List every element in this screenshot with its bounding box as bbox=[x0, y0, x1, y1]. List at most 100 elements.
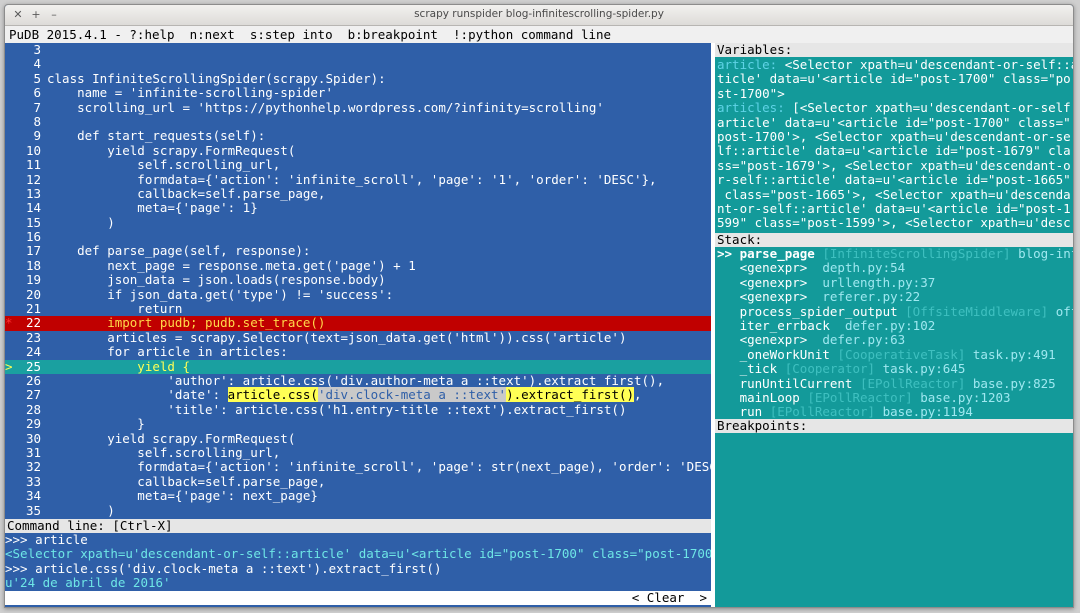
source-line[interactable]: 11 self.scrolling_url, bbox=[5, 157, 711, 172]
variable-line[interactable]: lf::article' data=u'<article id="post-16… bbox=[715, 144, 1073, 158]
variable-line[interactable]: article: <Selector xpath=u'descendant-or… bbox=[715, 58, 1073, 72]
variable-line[interactable]: articles: [<Selector xpath=u'descendant-… bbox=[715, 100, 1073, 115]
source-line[interactable]: 32 formdata={'action': 'infinite_scroll'… bbox=[5, 459, 711, 475]
line-number: 32 bbox=[25, 459, 41, 475]
variable-line[interactable]: 599" class="post-1599'>, <Selector xpath… bbox=[715, 216, 1073, 230]
variable-line[interactable]: r-self::article' data=u'<article id="pos… bbox=[715, 172, 1073, 187]
stack-frame-loc: task.py:491 bbox=[972, 346, 1056, 362]
source-line[interactable]: 16 bbox=[5, 229, 711, 245]
code-text: json_data = json.loads(response.body) bbox=[47, 272, 386, 288]
source-line[interactable]: 14 meta={'page': 1} bbox=[5, 200, 711, 216]
source-line[interactable]: 15 ) bbox=[5, 215, 711, 230]
stack-frame-func: <genexpr> bbox=[739, 332, 808, 348]
source-line[interactable]: 28 'title': article.css('h1.entry-title … bbox=[5, 402, 711, 417]
code-text: meta={'page': 1} bbox=[47, 200, 258, 216]
stack-frame[interactable]: <genexpr> defer.py:63 bbox=[715, 333, 1073, 347]
terminal-window: ✕ + – scrapy runspider blog-infinitescro… bbox=[4, 4, 1074, 608]
line-number: 30 bbox=[25, 430, 41, 446]
source-line[interactable]: 13 callback=self.parse_page, bbox=[5, 185, 711, 201]
code-text: scrolling_url = 'https://pythonhelp.word… bbox=[47, 99, 604, 115]
source-code-pane[interactable]: 3 4 5 class InfiniteScrollingSpider(scrapy.… bbox=[5, 43, 711, 519]
line-number: 8 bbox=[33, 113, 41, 129]
code-text: formdata={'action': 'infinite_scroll', '… bbox=[47, 459, 711, 475]
variable-value: st-1700"> bbox=[717, 85, 785, 101]
code-text: articles = scrapy.Selector(text=json_dat… bbox=[47, 329, 627, 345]
source-line[interactable]: 18 next_page = response.meta.get('page')… bbox=[5, 258, 711, 273]
stack-frame[interactable]: process_spider_output [OffsiteMiddleware… bbox=[715, 304, 1073, 319]
line-number: 20 bbox=[25, 286, 41, 302]
source-line[interactable]: 20 if json_data.get('type') != 'success'… bbox=[5, 286, 711, 302]
stack-frame[interactable]: mainLoop [EPollReactor] base.py:1203 bbox=[715, 390, 1073, 405]
stack-frame[interactable]: iter_errback defer.py:102 bbox=[715, 317, 1073, 333]
source-line[interactable]: 21 return bbox=[5, 301, 711, 316]
source-line[interactable]: 27 'date': article.css('div.clock-meta a… bbox=[5, 387, 711, 403]
variable-line[interactable]: ticle' data=u'<article id="post-1700" cl… bbox=[715, 72, 1073, 86]
source-line[interactable]: 5 class InfiniteScrollingSpider(scrapy.Sp… bbox=[5, 70, 711, 86]
stack-list[interactable]: >> parse_page [InfiniteScrollingSpider] … bbox=[715, 247, 1073, 419]
stack-frame[interactable]: <genexpr> depth.py:54 bbox=[715, 261, 1073, 275]
code-text: callback=self.parse_page, bbox=[47, 185, 326, 201]
source-line[interactable]: 8 bbox=[5, 113, 711, 129]
source-line[interactable]: 19 json_data = json.loads(response.body) bbox=[5, 272, 711, 288]
stack-frame[interactable]: <genexpr> referer.py:22 bbox=[715, 289, 1073, 304]
source-line[interactable]: 24 for article in articles: bbox=[5, 344, 711, 360]
source-line[interactable]: 35 ) bbox=[5, 503, 711, 518]
source-line[interactable]: 7 scrolling_url = 'https://pythonhelp.wo… bbox=[5, 99, 711, 115]
stack-frame-loc: defer.py:102 bbox=[844, 317, 936, 333]
source-line[interactable]: 29 } bbox=[5, 416, 711, 431]
clear-button[interactable]: < Clear > bbox=[632, 590, 707, 605]
breakpoint-line[interactable]: * 22 import pudb; pudb.set_trace() bbox=[5, 316, 711, 331]
stack-frame[interactable]: <genexpr> urllength.py:37 bbox=[715, 275, 1073, 290]
code-text: class InfiniteScrollingSpider(scrapy.Spi… bbox=[47, 70, 386, 86]
stack-frame-prefix: >> bbox=[717, 247, 740, 261]
stack-frame[interactable]: _tick [Cooperator] task.py:645 bbox=[715, 361, 1073, 376]
stack-frame-func: _oneWorkUnit bbox=[739, 346, 830, 362]
variable-line[interactable]: class="post-1665'>, <Selector xpath=u'de… bbox=[715, 187, 1073, 202]
source-line[interactable]: 23 articles = scrapy.Selector(text=json_… bbox=[5, 329, 711, 345]
stack-frame[interactable]: runUntilCurrent [EPollReactor] base.py:8… bbox=[715, 375, 1073, 391]
stack-frame-cls: [EPollReactor] bbox=[860, 375, 966, 391]
source-line[interactable]: 9 def start_requests(self): bbox=[5, 128, 711, 143]
stack-frame[interactable]: _oneWorkUnit [CooperativeTask] task.py:4… bbox=[715, 346, 1073, 362]
variable-line[interactable]: article' data=u'<article id="post-1700" … bbox=[715, 114, 1073, 130]
variable-line[interactable]: st-1700"> bbox=[715, 85, 1073, 101]
code-text: yield scrapy.FormRequest( bbox=[47, 142, 296, 158]
source-line[interactable]: 6 name = 'infinite-scrolling-spider' bbox=[5, 85, 711, 100]
line-number: 16 bbox=[25, 229, 41, 245]
source-line[interactable]: 26 'author': article.css('div.author-met… bbox=[5, 372, 711, 388]
source-line[interactable]: 31 self.scrolling_url, bbox=[5, 445, 711, 460]
stack-frame[interactable]: run [EPollReactor] base.py:1194 bbox=[715, 405, 1073, 419]
stack-frame-func: parse_page bbox=[739, 247, 815, 261]
source-line[interactable]: 12 formdata={'action': 'infinite_scroll'… bbox=[5, 171, 711, 187]
variable-line[interactable]: post-1700'>, <Selector xpath=u'descendan… bbox=[715, 129, 1073, 144]
variable-line[interactable]: nt-or-self::article' data=u'<article id=… bbox=[715, 201, 1073, 216]
source-line[interactable]: 34 meta={'page': next_page} bbox=[5, 488, 711, 503]
command-input-line: >>> article bbox=[5, 533, 88, 547]
command-input-row[interactable]: >>> < Clear > bbox=[5, 590, 711, 607]
code-text: for article in articles: bbox=[47, 344, 288, 360]
source-line[interactable]: 17 def parse_page(self, response): bbox=[5, 244, 711, 259]
breakpoints-list[interactable] bbox=[715, 433, 1073, 607]
variables-list[interactable]: article: <Selector xpath=u'descendant-or… bbox=[715, 58, 1073, 234]
stack-frame-current[interactable]: >> parse_page [InfiniteScrollingSpider] … bbox=[715, 247, 1073, 261]
line-number: 5 bbox=[33, 70, 41, 86]
line-number: 26 bbox=[25, 372, 41, 388]
source-line[interactable]: 10 yield scrapy.FormRequest( bbox=[5, 142, 711, 158]
command-line-pane[interactable]: >>> article <Selector xpath=u'descendant-… bbox=[5, 533, 711, 607]
variable-line[interactable]: ss="post-1679'>, <Selector xpath=u'desce… bbox=[715, 158, 1073, 173]
source-line[interactable]: 30 yield scrapy.FormRequest( bbox=[5, 430, 711, 446]
pudb-help-bar: PuDB 2015.4.1 - ?:help n:next s:step int… bbox=[5, 26, 1073, 43]
variable-name: article: bbox=[717, 58, 778, 72]
source-line[interactable]: 3 bbox=[5, 43, 711, 57]
variable-value: lf::article' data=u'<article id="post-16… bbox=[717, 143, 1071, 159]
source-line[interactable]: 33 callback=self.parse_page, bbox=[5, 474, 711, 489]
variable-value: article' data=u'<article id="post-1700" … bbox=[717, 114, 1071, 130]
command-input-line: >>> article.css('div.clock-meta a ::text… bbox=[5, 560, 442, 576]
line-number: 12 bbox=[25, 171, 41, 187]
current-line[interactable]: >25 yield { bbox=[5, 359, 711, 374]
command-prompt[interactable]: >>> bbox=[50, 604, 73, 607]
source-line[interactable]: 4 bbox=[5, 56, 711, 71]
